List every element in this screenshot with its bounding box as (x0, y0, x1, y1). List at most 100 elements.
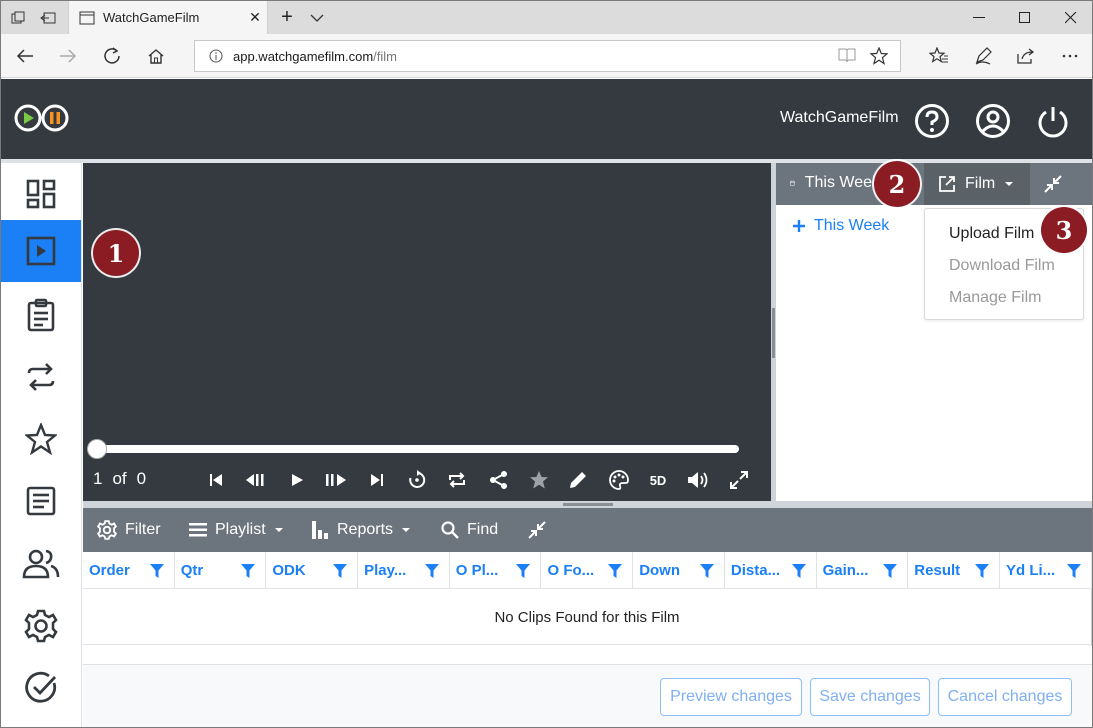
callout-badge-3: 3 (1041, 207, 1087, 253)
list-icon (189, 523, 207, 537)
power-icon[interactable] (1033, 101, 1073, 141)
chevron-down-icon[interactable] (303, 1, 331, 34)
pen-icon[interactable] (961, 34, 1005, 78)
sidebar-item-exchange[interactable] (1, 346, 81, 408)
set-tabs-aside-icon[interactable] (33, 1, 63, 34)
menu-item-manage-film[interactable]: Manage Film (949, 289, 1041, 307)
skip-to-end-icon[interactable] (362, 468, 392, 492)
play-icon[interactable] (282, 468, 312, 492)
tab-watchgamefilm[interactable]: WatchGameFilm ✕ (68, 1, 268, 34)
volume-icon[interactable] (683, 468, 713, 492)
collapse-icon[interactable] (527, 508, 547, 552)
column-header[interactable]: O Fo... (542, 552, 634, 589)
clipboard-icon (27, 298, 55, 332)
find-button[interactable]: Find (441, 508, 498, 552)
filter-funnel-icon[interactable] (608, 564, 623, 578)
filter-funnel-icon[interactable] (241, 564, 256, 578)
column-header[interactable]: Gain... (817, 552, 909, 589)
sidebar-item-film[interactable] (1, 220, 81, 282)
column-header[interactable]: Result (908, 552, 1000, 589)
reading-view-icon[interactable] (838, 47, 856, 63)
favorites-hub-icon[interactable] (917, 34, 961, 78)
reports-button[interactable]: Reports (311, 508, 411, 552)
sidebar-item-check[interactable] (1, 657, 81, 719)
fullscreen-icon[interactable] (724, 468, 754, 492)
new-tab-icon[interactable]: + (273, 1, 301, 34)
film-dropdown-button[interactable]: Film (924, 163, 1030, 205)
column-header[interactable]: Dista... (725, 552, 817, 589)
seek-handle[interactable] (87, 439, 107, 459)
pencil-icon[interactable] (563, 468, 593, 492)
address-bar[interactable]: app.watchgamefilm.com/film (194, 40, 901, 72)
column-header[interactable]: O Pl... (450, 552, 542, 589)
column-header[interactable]: Qtr (175, 552, 267, 589)
horizontal-splitter[interactable] (83, 501, 1092, 508)
share-icon[interactable] (484, 468, 514, 492)
collapse-icon[interactable] (1038, 171, 1068, 197)
sidebar-item-clipboard[interactable] (1, 284, 81, 346)
filter-funnel-icon[interactable] (699, 564, 714, 578)
close-tab-icon[interactable]: ✕ (243, 9, 267, 26)
back-icon[interactable] (3, 34, 47, 78)
menu-item-upload-film[interactable]: Upload Film (949, 225, 1034, 243)
seek-bar[interactable] (97, 445, 739, 453)
filter-funnel-icon[interactable] (883, 564, 898, 578)
playlist-button[interactable]: Playlist (189, 508, 284, 552)
star-icon[interactable] (524, 468, 554, 492)
filter-funnel-icon[interactable] (791, 564, 806, 578)
filter-funnel-icon[interactable] (333, 564, 348, 578)
filter-funnel-icon[interactable] (1066, 564, 1081, 578)
loop-icon[interactable] (442, 468, 472, 492)
filter-funnel-icon[interactable] (974, 564, 989, 578)
share-icon[interactable] (1004, 34, 1048, 78)
sidebar-item-settings[interactable] (1, 595, 81, 657)
preview-changes-button[interactable]: Preview changes (660, 678, 802, 716)
gear-icon (97, 520, 117, 540)
filter-funnel-icon[interactable] (516, 564, 531, 578)
filter-funnel-icon[interactable] (149, 564, 164, 578)
skip-to-start-icon[interactable] (201, 468, 231, 492)
minimize-icon[interactable] (956, 1, 1002, 34)
sidebar-item-reports[interactable] (1, 470, 81, 532)
cancel-changes-button[interactable]: Cancel changes (938, 678, 1072, 716)
forward-icon[interactable] (46, 34, 90, 78)
step-forward-icon[interactable] (321, 468, 351, 492)
palette-icon[interactable] (604, 468, 634, 492)
tab-title: WatchGameFilm (103, 10, 200, 25)
video-player[interactable]: 1 of 0 5D (83, 163, 771, 501)
splitter-grip[interactable] (563, 503, 613, 506)
film-panel-header: This Week Film (776, 163, 1092, 205)
save-changes-button[interactable]: Save changes (810, 678, 930, 716)
sidebar-item-dashboard[interactable] (1, 163, 81, 225)
sidebar-item-favorites[interactable] (1, 408, 81, 470)
filter-button[interactable]: Filter (97, 508, 161, 552)
clip-counter: 1 of 0 (93, 469, 146, 489)
refresh-icon[interactable] (90, 34, 134, 78)
home-icon[interactable] (134, 34, 178, 78)
close-window-icon[interactable] (1048, 1, 1092, 34)
account-icon[interactable] (973, 101, 1013, 141)
splitter-grip[interactable] (772, 308, 775, 358)
column-header[interactable]: Order (83, 552, 175, 589)
help-icon[interactable] (912, 101, 952, 141)
column-header-label: Dista... (730, 562, 781, 579)
add-week-link[interactable]: This Week (792, 217, 889, 235)
maximize-icon[interactable] (1002, 1, 1048, 34)
tab-actions-icon[interactable] (3, 1, 33, 34)
column-header[interactable]: Yd Li... (1000, 552, 1092, 589)
speed-control[interactable]: 5D (643, 468, 673, 492)
info-icon[interactable] (209, 49, 223, 63)
column-header[interactable]: ODK (266, 552, 359, 589)
menu-item-download-film[interactable]: Download Film (949, 257, 1055, 275)
step-back-icon[interactable] (241, 468, 271, 492)
url-path: /film (373, 48, 398, 64)
column-header[interactable]: Down (633, 552, 725, 589)
column-header[interactable]: Play... (358, 552, 450, 589)
filter-funnel-icon[interactable] (424, 564, 439, 578)
sidebar-item-users[interactable] (1, 533, 81, 595)
replay-icon[interactable] (402, 468, 432, 492)
more-icon[interactable] (1048, 34, 1092, 78)
week-selector[interactable]: This Week (790, 173, 880, 193)
favorite-star-icon[interactable] (870, 47, 888, 65)
app-logo-icon[interactable] (13, 99, 71, 141)
